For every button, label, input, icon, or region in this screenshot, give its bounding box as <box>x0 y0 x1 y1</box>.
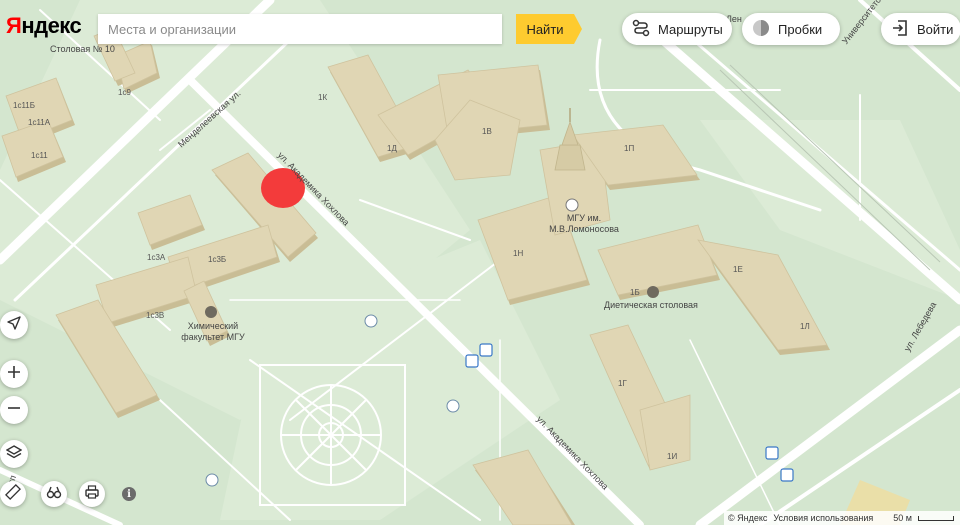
building-label: 1с9 <box>118 88 131 97</box>
map-base-layer <box>0 0 960 525</box>
minus-icon <box>7 401 21 420</box>
building-label: 1Л <box>800 322 810 331</box>
poi-stolovaya10[interactable]: Столовая № 10 <box>50 44 115 55</box>
yandex-logo[interactable]: Яндекс <box>6 13 82 39</box>
search-button[interactable]: Найти <box>516 14 574 44</box>
building-label: 1с11 <box>31 151 48 160</box>
building-label: 1В <box>482 127 492 136</box>
locate-me-button[interactable] <box>0 311 28 339</box>
building-label: 1Н <box>513 249 524 258</box>
locate-arrow-icon <box>7 315 21 335</box>
login-label: Войти <box>917 21 954 37</box>
poi-chem-faculty[interactable]: Химический факультет МГУ <box>178 321 248 343</box>
copyright-text: © Яндекс <box>728 513 768 523</box>
building-label: 1И <box>667 452 678 461</box>
panorama-button[interactable] <box>41 481 67 507</box>
print-button[interactable] <box>79 481 105 507</box>
poi-msu[interactable]: МГУ им. М.В.Ломоносова <box>548 213 620 235</box>
layers-icon <box>5 444 23 465</box>
building-label: 1с11Б <box>13 101 36 110</box>
building-label: 1К <box>318 93 328 102</box>
map-canvas[interactable]: Столовая № 10 Химический факультет МГУ М… <box>0 0 960 525</box>
search-button-tip <box>574 14 582 44</box>
scale-label: 50 м <box>893 513 912 523</box>
building-label: 1Г <box>618 379 627 388</box>
route-icon <box>632 19 650 40</box>
building-label: 1с3Б <box>208 255 227 264</box>
plus-icon <box>7 365 21 384</box>
login-icon <box>891 19 909 40</box>
binoculars-icon <box>46 484 62 505</box>
building-label: 1с3А <box>147 253 166 262</box>
building-label: 1Б <box>630 288 640 297</box>
ruler-icon <box>5 483 21 505</box>
zoom-in-button[interactable] <box>0 360 28 388</box>
building-label: 1Е <box>733 265 743 274</box>
search-input[interactable] <box>98 14 502 44</box>
building-label: 1с11А <box>28 118 51 127</box>
poi-diet-stolovaya[interactable]: Диетическая столовая <box>604 300 698 311</box>
zoom-out-button[interactable] <box>0 396 28 424</box>
routes-button[interactable]: Маршруты <box>622 13 732 45</box>
traffic-icon <box>752 19 770 40</box>
building-label: 1Д <box>387 144 397 153</box>
scale-bar <box>918 515 954 521</box>
traffic-label: Пробки <box>778 21 823 37</box>
printer-icon <box>84 484 100 505</box>
info-icon[interactable]: i <box>122 487 136 501</box>
login-button[interactable]: Войти <box>881 13 960 45</box>
search-bar: Найти <box>98 14 582 44</box>
routes-label: Маршруты <box>658 21 723 37</box>
terms-link[interactable]: Условия использования <box>773 513 873 523</box>
traffic-button[interactable]: Пробки <box>742 13 840 45</box>
ruler-button[interactable] <box>0 481 26 507</box>
layers-button[interactable] <box>0 440 28 468</box>
building-label: 1с3В <box>146 311 165 320</box>
copyright-bar: © Яндекс Условия использования 50 м <box>724 511 960 525</box>
building-label: 1П <box>624 144 635 153</box>
